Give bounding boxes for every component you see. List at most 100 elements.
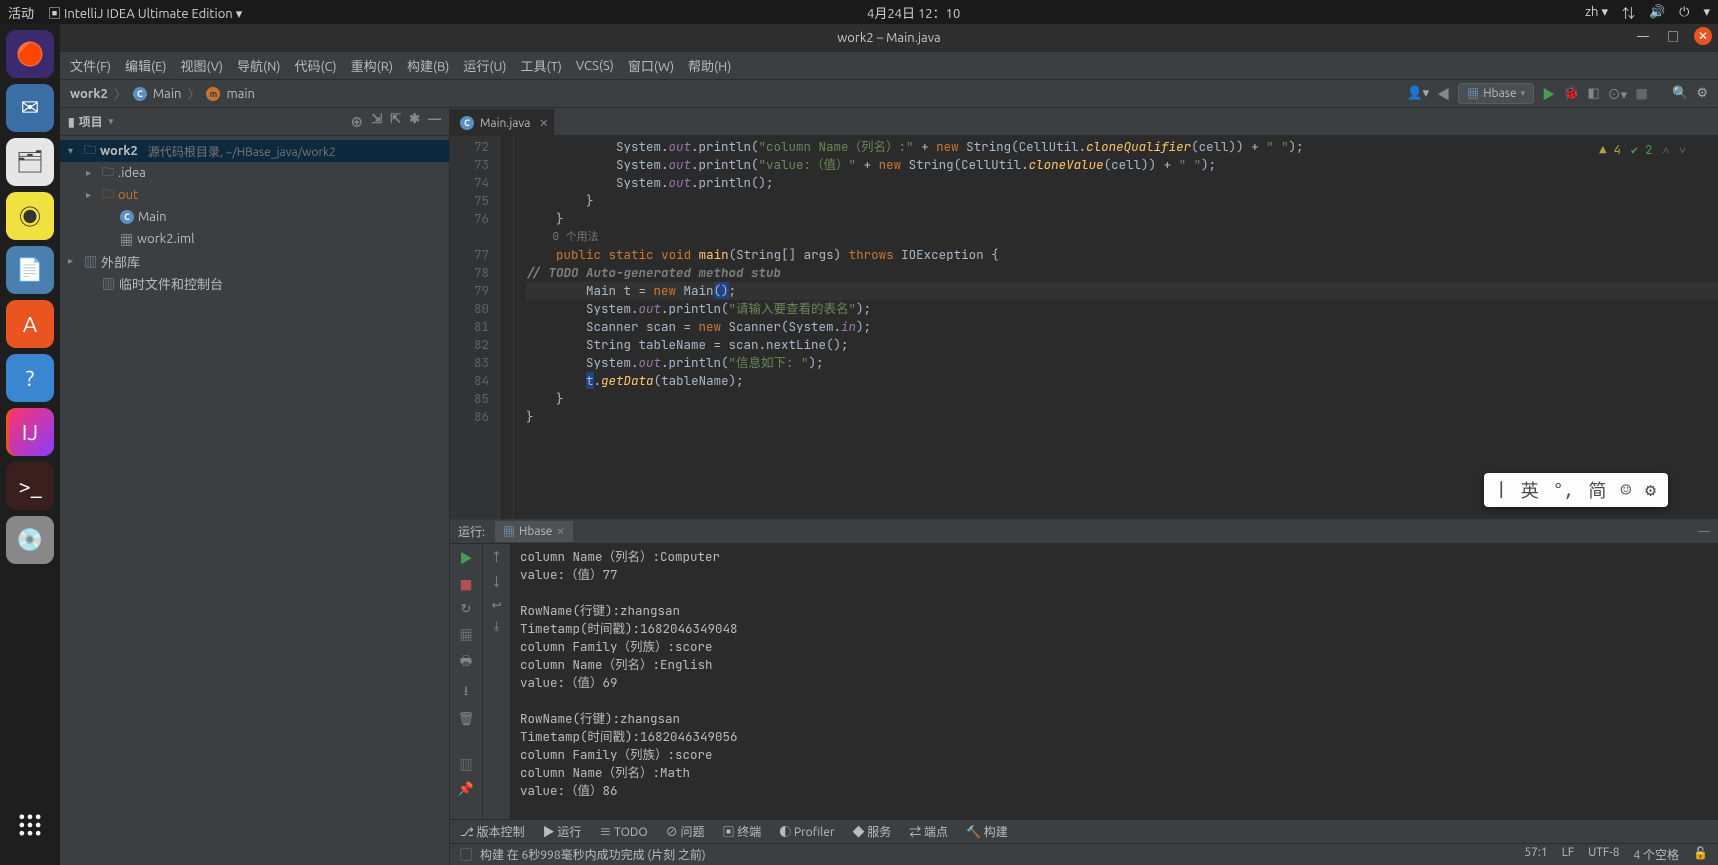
- ime-settings-icon[interactable]: ⚙: [1645, 479, 1656, 502]
- chevron-up-icon[interactable]: ˄: [1662, 142, 1669, 158]
- run-config-selector[interactable]: ▦ Hbase ▾: [1458, 83, 1534, 104]
- scroll-end-icon[interactable]: ⤓: [494, 620, 499, 634]
- tree-main-class[interactable]: CMain: [60, 206, 449, 228]
- ime-panel[interactable]: | 英 °, 简 ☺ ⚙: [1484, 473, 1668, 507]
- input-method-indicator[interactable]: zh ▾: [1585, 5, 1608, 20]
- inspection-widget[interactable]: ▲ 4 ✔ 2 ˄ ˅: [1599, 142, 1686, 158]
- menu-refactor[interactable]: 重构(R): [351, 56, 393, 75]
- profile-button[interactable]: ⊙▾: [1608, 84, 1628, 103]
- chevron-down-icon[interactable]: ▾: [1703, 5, 1710, 20]
- tw-run[interactable]: ▶ 运行: [543, 823, 582, 840]
- dock-rhythmbox[interactable]: ◉: [6, 192, 54, 240]
- volume-icon[interactable]: 🔊: [1649, 5, 1665, 20]
- stop-button[interactable]: ■: [1635, 84, 1648, 103]
- readonly-lock-icon[interactable]: 🔓: [1693, 846, 1708, 863]
- layout-icon[interactable]: ▦: [459, 625, 472, 644]
- run-tab[interactable]: ▦ Hbase ✕: [495, 521, 573, 542]
- menu-file[interactable]: 文件(F): [70, 56, 111, 75]
- menu-help[interactable]: 帮助(H): [688, 56, 731, 75]
- ime-emoji-icon[interactable]: ☺: [1620, 479, 1631, 502]
- tw-build[interactable]: 🔨 构建: [966, 823, 1008, 840]
- dock-thunderbird[interactable]: ✉: [6, 84, 54, 132]
- menu-tools[interactable]: 工具(T): [520, 56, 561, 75]
- tree-root[interactable]: ▾🗀 work2 源代码根目录, ~/HBase_java/work2: [60, 140, 449, 162]
- ime-punct-icon[interactable]: °,: [1553, 479, 1575, 502]
- gear-icon[interactable]: ⚙: [1696, 86, 1708, 101]
- hide-icon[interactable]: —: [1698, 525, 1710, 538]
- tw-terminal[interactable]: ▣ 终端: [722, 823, 761, 840]
- encoding[interactable]: UTF-8: [1588, 846, 1619, 863]
- editor-tab-main[interactable]: C Main.java ✕: [450, 109, 554, 135]
- close-tab-icon[interactable]: ✕: [539, 117, 548, 130]
- add-user-icon[interactable]: 👤▾: [1406, 86, 1429, 101]
- softwrap-icon[interactable]: ↩: [491, 598, 501, 612]
- tree-iml[interactable]: ▦work2.iml: [60, 228, 449, 250]
- dock-disc[interactable]: 💿: [6, 516, 54, 564]
- pin-icon[interactable]: 📌: [458, 782, 474, 797]
- coverage-button[interactable]: ◧: [1587, 86, 1599, 101]
- menu-navigate[interactable]: 导航(N): [237, 56, 280, 75]
- rerun-button[interactable]: ▶: [459, 548, 472, 567]
- debug-button[interactable]: 🐞: [1563, 86, 1579, 101]
- breadcrumb-method[interactable]: main: [226, 87, 254, 101]
- tw-vcs[interactable]: ⎇ 版本控制: [460, 823, 525, 840]
- layout-settings-icon[interactable]: ▥: [459, 755, 472, 774]
- dock-firefox[interactable]: [6, 30, 54, 78]
- menu-window[interactable]: 窗口(W): [628, 56, 674, 75]
- window-close-button[interactable]: ✕: [1694, 27, 1712, 45]
- tw-profiler[interactable]: ◐ Profiler: [779, 823, 834, 840]
- breadcrumb-project[interactable]: work2: [70, 87, 108, 101]
- up-icon[interactable]: ↑: [490, 548, 502, 565]
- menu-build[interactable]: 构建(B): [407, 56, 449, 75]
- hide-icon[interactable]: —: [428, 112, 441, 131]
- dock-files[interactable]: 🗂: [6, 138, 54, 186]
- app-menu-button[interactable]: ▣ IntelliJ IDEA Ultimate Edition ▾: [48, 3, 242, 22]
- code-area[interactable]: System.out.println("column Name（列名）:" + …: [514, 136, 1718, 519]
- chevron-down-icon[interactable]: ˅: [1679, 142, 1686, 158]
- export-icon[interactable]: ⭳: [464, 682, 469, 704]
- settings-icon[interactable]: ✱: [409, 112, 420, 131]
- tw-endpoints[interactable]: ⇄ 端点: [909, 823, 948, 840]
- window-minimize-button[interactable]: —: [1634, 27, 1652, 45]
- fold-gutter[interactable]: [500, 136, 514, 519]
- project-view-selector[interactable]: ▮ 项目: [68, 113, 113, 130]
- expand-all-icon[interactable]: ⇲: [371, 112, 382, 131]
- close-tab-icon[interactable]: ✕: [556, 526, 564, 538]
- ime-lang-cn[interactable]: 简: [1588, 477, 1606, 503]
- restart-icon[interactable]: ↻: [461, 602, 472, 617]
- breadcrumb-file[interactable]: Main: [153, 87, 182, 101]
- menu-vcs[interactable]: VCS(S): [576, 59, 614, 73]
- tree-scratches[interactable]: ▥临时文件和控制台: [60, 272, 449, 294]
- tw-services[interactable]: ◆ 服务: [853, 823, 892, 840]
- dock-software[interactable]: A: [6, 300, 54, 348]
- tw-problems[interactable]: ⊘ 问题: [666, 823, 705, 840]
- project-tree[interactable]: ▾🗀 work2 源代码根目录, ~/HBase_java/work2 ▸🗀.i…: [60, 136, 449, 865]
- menu-edit[interactable]: 编辑(E): [125, 56, 166, 75]
- tree-ext-libs[interactable]: ▸▥外部库: [60, 250, 449, 272]
- tw-todo[interactable]: ≡ TODO: [599, 823, 647, 840]
- activities-button[interactable]: 活动: [8, 3, 34, 22]
- ime-lang-en[interactable]: 英: [1521, 477, 1539, 503]
- select-opened-file-icon[interactable]: ⊕: [350, 112, 363, 131]
- code-editor[interactable]: 727374757677787980818283848586 System.ou…: [450, 136, 1718, 519]
- nav-back-icon[interactable]: ◀: [1437, 84, 1450, 103]
- collapse-all-icon[interactable]: ⇱: [390, 112, 401, 131]
- indent[interactable]: 4 个空格: [1634, 846, 1680, 863]
- caret-position[interactable]: 57:1: [1524, 846, 1547, 863]
- console-output[interactable]: column Name（列名）:Computer value:（值）77 Row…: [510, 544, 1718, 819]
- tree-out[interactable]: ▸🗀out: [60, 184, 449, 206]
- menu-run[interactable]: 运行(U): [463, 56, 506, 75]
- status-hide-icon[interactable]: ▢: [460, 846, 472, 863]
- window-maximize-button[interactable]: □: [1664, 27, 1682, 45]
- dock-libreoffice[interactable]: 📄: [6, 246, 54, 294]
- run-button[interactable]: ▶: [1542, 84, 1555, 103]
- line-separator[interactable]: LF: [1562, 846, 1574, 863]
- menu-code[interactable]: 代码(C): [294, 56, 336, 75]
- dock-help[interactable]: ?: [6, 354, 54, 402]
- dock-show-apps[interactable]: [6, 801, 54, 849]
- network-icon[interactable]: ⇅: [1622, 3, 1635, 22]
- stop-button[interactable]: ■: [459, 575, 472, 594]
- down-icon[interactable]: ↓: [490, 573, 502, 590]
- clock[interactable]: 4月24日 12：10: [867, 7, 960, 21]
- dock-intellij[interactable]: IJ: [6, 408, 54, 456]
